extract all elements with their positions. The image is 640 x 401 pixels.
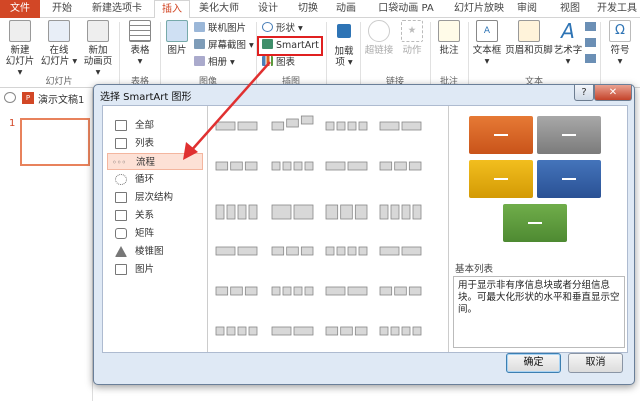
- annotation-arrow: [183, 61, 271, 160]
